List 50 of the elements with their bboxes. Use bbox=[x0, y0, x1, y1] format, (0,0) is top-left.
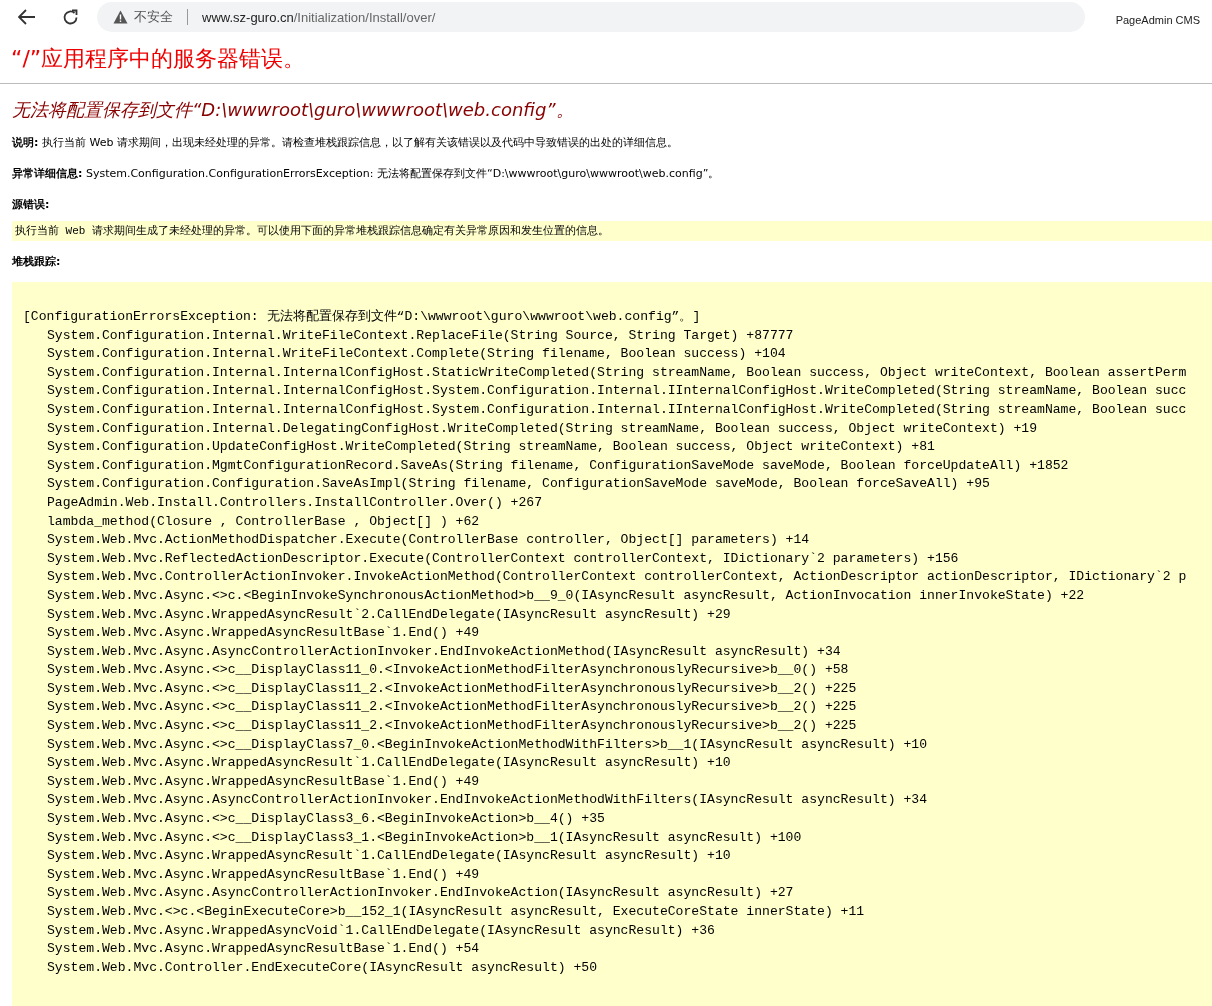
address-bar[interactable]: 不安全 www.sz-guro.cn/Initialization/Install/over/ bbox=[97, 2, 1085, 32]
stack-frame: System.Web.Mvc.ActionMethodDispatcher.Execute(ControllerBase controller, Object[] parameters) +14 bbox=[47, 531, 810, 550]
stack-frame: System.Web.Mvc.Async.<>c__DisplayClass3_6.<BeginInvokeAction>b__4() +35 bbox=[47, 810, 605, 829]
description-text: 说明: 执行当前 Web 请求期间，出现未经处理的异常。请检查堆栈跟踪信息，以了解有关该错误以及代码中导致错误的出处的详细信息。 bbox=[12, 135, 679, 151]
stack-frame: System.Configuration.Internal.InternalConfigHost.System.Configuration.Internal.IInternalConfigHost.WriteCompleted(String streamName, Boolean succ bbox=[47, 400, 1187, 420]
source-error-label: 源错误: bbox=[12, 197, 51, 213]
stack-frame: System.Configuration.MgmtConfigurationRecord.SaveAs(String filename, ConfigurationSaveMode saveMode, Boolean forceUpdateAll) +1852 bbox=[47, 456, 1069, 476]
extension-label[interactable]: PageAdmin CMS bbox=[1115, 14, 1200, 26]
stack-trace-header: [ConfigurationErrorsException: 无法将配置保存到文件“D:\wwwroot\guro\wwwroot\web.config”。] bbox=[23, 308, 701, 326]
error-subtitle: 无法将配置保存到文件“D:\wwwroot\guro\wwwroot\web.config”。 bbox=[12, 98, 575, 122]
warning-icon bbox=[113, 10, 128, 24]
stack-frame: System.Configuration.Internal.InternalConfigHost.System.Configuration.Internal.IInternalConfigHost.WriteCompleted(String streamName, Boolean succ bbox=[47, 382, 1187, 401]
stack-frame: System.Web.Mvc.Async.AsyncControllerActionInvoker.EndInvokeActionMethodWithFilters(IAsyncResult asyncResult) +34 bbox=[47, 791, 928, 811]
stack-frame: System.Configuration.UpdateConfigHost.WriteCompleted(String streamName, Boolean success, Object writeContext) +81 bbox=[47, 438, 935, 457]
stack-frame: System.Web.Mvc.ReflectedActionDescriptor.Execute(ControllerContext controllerContext, IDictionary`2 parameters) +156 bbox=[47, 549, 959, 569]
stack-frame: System.Web.Mvc.Async.WrappedAsyncVoid`1.CallEndDelegate(IAsyncResult asyncResult) +36 bbox=[47, 921, 715, 941]
back-icon[interactable] bbox=[18, 9, 36, 25]
stack-frame: System.Web.Mvc.<>c.<BeginExecuteCore>b__152_1(IAsyncResult asyncResult, ExecuteCoreState innerState) +11 bbox=[47, 903, 865, 922]
stack-frame: lambda_method(Closure , ControllerBase , Object[] ) +62 bbox=[47, 512, 480, 532]
stack-frame: System.Configuration.Internal.WriteFileContext.ReplaceFile(String Source, String Target) +87777 bbox=[47, 326, 794, 346]
url-text: www.sz-guro.cn/Initialization/Install/over/ bbox=[202, 9, 436, 25]
stack-frame: System.Web.Mvc.Controller.EndExecuteCore(IAsyncResult asyncResult) +50 bbox=[47, 958, 598, 978]
stack-frame: System.Web.Mvc.Async.WrappedAsyncResultBase`1.End() +49 bbox=[47, 624, 480, 643]
security-label: 不安全 bbox=[134, 8, 173, 26]
stack-frame: System.Web.Mvc.Async.WrappedAsyncResultBase`1.End() +49 bbox=[47, 772, 480, 792]
stack-frame: System.Web.Mvc.Async.<>c__DisplayClass7_0.<BeginInvokeActionMethodWithFilters>b__1(IAsyncResult asyncResult) +10 bbox=[47, 735, 928, 755]
reload-icon[interactable] bbox=[62, 8, 79, 26]
stack-frame: System.Web.Mvc.Async.WrappedAsyncResult`2.CallEndDelegate(IAsyncResult asyncResult) +29 bbox=[47, 605, 731, 625]
stack-frame: System.Configuration.Internal.WriteFileContext.Complete(String filename, Boolean success) +104 bbox=[47, 345, 786, 364]
stack-frame: System.Web.Mvc.Async.<>c__DisplayClass11_2.<InvokeActionMethodFilterAsynchronouslyRecursive>b__2() +225 bbox=[47, 698, 857, 718]
stack-frame: System.Web.Mvc.Async.<>c__DisplayClass11_2.<InvokeActionMethodFilterAsynchronouslyRecursive>b__2() +225 bbox=[47, 717, 857, 736]
stack-frame: System.Web.Mvc.Async.<>c.<BeginInvokeSynchronousActionMethod>b__9_0(IAsyncResult asyncResult, ActionInvocation innerInvokeState) +22 bbox=[47, 586, 1085, 606]
stack-frame: System.Configuration.Configuration.SaveAsImpl(String filename, ConfigurationSaveMode saveMode, Boolean forceSaveAll) +95 bbox=[47, 475, 990, 494]
stack-frame: System.Web.Mvc.Async.WrappedAsyncResultBase`1.End() +54 bbox=[47, 940, 480, 959]
stack-frame: PageAdmin.Web.Install.Controllers.InstallController.Over() +267 bbox=[47, 493, 543, 513]
stack-frame: System.Web.Mvc.Async.AsyncControllerActionInvoker.EndInvokeActionMethod(IAsyncResult asyncResult) +34 bbox=[47, 642, 841, 662]
stack-frame: System.Web.Mvc.Async.<>c__DisplayClass11_0.<InvokeActionMethodFilterAsynchronouslyRecursive>b__0() +58 bbox=[47, 661, 849, 680]
stack-frame: System.Configuration.Internal.DelegatingConfigHost.WriteCompleted(String streamName, Boolean success, Object writeContext) +19 bbox=[47, 419, 1038, 439]
exception-details-text: 异常详细信息: System.Configuration.ConfigurationErrorsException: 无法将配置保存到文件“D:\wwwroot\guro\wwwroot\web.config”。 bbox=[12, 166, 721, 182]
page-title: “/”应用程序中的服务器错误。 bbox=[11, 45, 307, 73]
source-error-text: 执行当前 Web 请求期间生成了未经处理的异常。可以使用下面的异常堆栈跟踪信息确定有关异常原因和发生位置的信息。 bbox=[12, 221, 1212, 241]
stack-frame: System.Web.Mvc.Async.WrappedAsyncResult`1.CallEndDelegate(IAsyncResult asyncResult) +10 bbox=[47, 754, 731, 773]
stack-trace-label: 堆栈跟踪: bbox=[12, 254, 62, 270]
stack-frame: System.Web.Mvc.Async.<>c__DisplayClass3_1.<BeginInvokeAction>b__1(IAsyncResult asyncResult) +100 bbox=[47, 828, 802, 848]
stack-frame: System.Web.Mvc.Async.AsyncControllerActionInvoker.EndInvokeAction(IAsyncResult asyncResult) +27 bbox=[47, 884, 794, 903]
stack-frame: System.Web.Mvc.Async.<>c__DisplayClass11_2.<InvokeActionMethodFilterAsynchronouslyRecursive>b__2() +225 bbox=[47, 679, 857, 699]
stack-frame: System.Web.Mvc.Async.WrappedAsyncResult`1.CallEndDelegate(IAsyncResult asyncResult) +10 bbox=[47, 847, 731, 866]
stack-frame: System.Web.Mvc.ControllerActionInvoker.InvokeActionMethod(ControllerContext controllerContext, ActionDescriptor actionDescriptor, IDictionary`2 p bbox=[47, 568, 1187, 587]
stack-frame: System.Configuration.Internal.InternalConfigHost.StaticWriteCompleted(String streamName, Boolean success, Object writeContext, Boolean assertPerm bbox=[47, 363, 1187, 383]
stack-frame: System.Web.Mvc.Async.WrappedAsyncResultBase`1.End() +49 bbox=[47, 865, 480, 885]
